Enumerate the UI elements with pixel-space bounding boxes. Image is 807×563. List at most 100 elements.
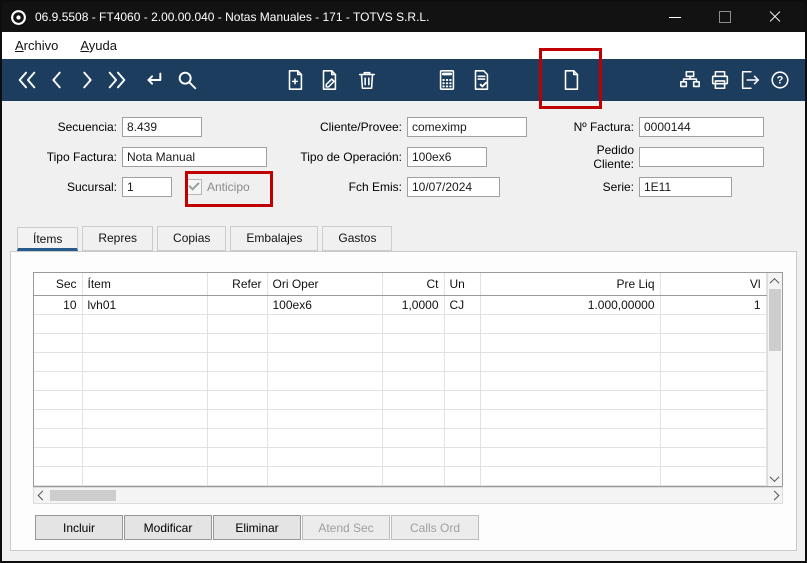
col-un[interactable]: Un [444,273,481,296]
tab-repres[interactable]: Repres [82,226,154,251]
anticipo-checkbox[interactable] [186,179,202,195]
eliminar-button[interactable]: Eliminar [213,515,301,540]
cell-ori-oper: 100ex6 [267,295,383,315]
help-icon: ? [771,71,789,89]
col-refer[interactable]: Refer [207,273,268,296]
search-icon [178,71,197,90]
action-buttons: Incluir Modificar Eliminar Atend Sec Cal… [35,515,479,540]
chevrons-left-icon [18,71,36,89]
new-document-icon [288,70,303,90]
form-row-1: Secuencia: Cliente/Provee: Nº Factura: [10,115,805,139]
chevron-down-icon [769,471,780,482]
grid-empty-row[interactable] [34,466,767,487]
go-previous-button[interactable] [42,65,72,95]
vertical-scrollbar-thumb[interactable] [768,289,781,351]
cliente-provee-label: Cliente/Provee: [319,120,402,134]
scroll-left-button[interactable] [34,488,50,503]
printer-icon [711,70,729,90]
go-first-button[interactable] [12,65,42,95]
cliente-provee-input[interactable] [407,117,527,137]
grid-empty-row[interactable] [34,333,767,353]
menu-bar: Archivo Ayuda [2,32,805,59]
items-grid: Sec Ítem Refer Ori Oper Ct Un Pre Liq Vl… [33,272,783,487]
col-ct[interactable]: Ct [382,273,445,296]
close-button[interactable] [769,11,781,23]
col-sec[interactable]: Sec [34,273,83,296]
tab-gastos[interactable]: Gastos [322,226,393,251]
menu-ayuda[interactable]: Ayuda [80,38,117,53]
new-document-button[interactable] [280,65,310,95]
window-controls [669,11,797,23]
grid-row[interactable]: 10 lvh01 100ex6 1,0000 CJ 1.000,00000 1 [34,295,767,315]
pedido-cliente-input[interactable] [639,147,764,167]
vertical-scrollbar[interactable] [766,273,783,486]
horizontal-scrollbar[interactable] [33,487,783,504]
grid-empty-row[interactable] [34,352,767,372]
print-button[interactable] [705,65,735,95]
tab-items[interactable]: Ítems [17,227,79,251]
grid-empty-row[interactable] [34,390,767,410]
tipo-factura-input[interactable] [122,147,267,167]
tipo-operacion-input[interactable] [407,147,487,167]
maximize-button[interactable] [719,11,731,23]
program-tree-button[interactable] [675,65,705,95]
modificar-button[interactable]: Modificar [124,515,212,540]
items-panel: Sec Ítem Refer Ori Oper Ct Un Pre Liq Vl… [10,251,797,551]
scroll-right-button[interactable] [766,488,782,503]
svg-text:?: ? [777,75,784,87]
tipo-operacion-label: Tipo de Operación: [300,150,402,164]
col-ori-oper[interactable]: Ori Oper [267,273,383,296]
chevrons-right-icon [108,71,126,89]
horizontal-scrollbar-thumb[interactable] [50,490,116,501]
minimize-button[interactable] [669,11,681,23]
calculator-button[interactable] [432,65,462,95]
sucursal-label: Sucursal: [66,180,117,194]
go-last-button[interactable] [102,65,132,95]
delete-button[interactable] [352,65,382,95]
secuencia-input[interactable] [122,117,202,137]
help-button[interactable]: ? [765,65,795,95]
col-item[interactable]: Ítem [82,273,208,296]
serie-label: Serie: [602,180,634,194]
incluir-button[interactable]: Incluir [35,515,123,540]
document-check-icon [474,70,489,90]
fch-emis-label: Fch Emis: [348,180,402,194]
tipo-factura-label: Tipo Factura: [46,150,117,164]
n-factura-input[interactable] [639,117,764,137]
grid-empty-row[interactable] [34,371,767,391]
edit-document-icon [322,70,337,90]
checkmark-icon [188,179,200,191]
toolbar: ? [2,59,805,101]
enter-query-button[interactable] [138,65,168,95]
scroll-up-button[interactable] [768,273,783,289]
sucursal-input[interactable] [122,177,172,197]
scroll-down-button[interactable] [768,470,783,486]
secuencia-label: Secuencia: [57,120,117,134]
form-row-3: Sucursal: Anticipo Fch Emis: Serie: [10,175,805,199]
edit-document-button[interactable] [314,65,344,95]
cell-ct: 1,0000 [382,295,445,315]
grid-empty-row[interactable] [34,447,767,467]
grid-empty-row[interactable] [34,428,767,448]
blank-document-button[interactable] [556,65,586,95]
go-next-button[interactable] [72,65,102,95]
header-form: Secuencia: Cliente/Provee: Nº Factura: T… [2,101,805,211]
fch-emis-input[interactable] [407,177,500,197]
document-check-button[interactable] [466,65,496,95]
col-pre-liq[interactable]: Pre Liq [480,273,661,296]
tab-copias[interactable]: Copias [157,226,227,251]
items-table: Sec Ítem Refer Ori Oper Ct Un Pre Liq Vl… [34,273,767,487]
col-vl[interactable]: Vl [660,273,767,296]
grid-empty-row[interactable] [34,409,767,429]
grid-empty-row[interactable] [34,314,767,334]
window-title: 06.9.5508 - FT4060 - 2.00.00.040 - Notas… [35,10,430,24]
serie-input[interactable] [639,177,732,197]
enter-arrow-icon [147,72,162,85]
menu-archivo[interactable]: Archivo [15,38,58,53]
search-button[interactable] [172,65,202,95]
tab-embalajes[interactable]: Embalajes [230,226,319,251]
blank-document-icon [564,70,579,90]
atend-sec-button: Atend Sec [302,515,390,540]
cell-refer [207,295,268,315]
exit-button[interactable] [735,65,765,95]
